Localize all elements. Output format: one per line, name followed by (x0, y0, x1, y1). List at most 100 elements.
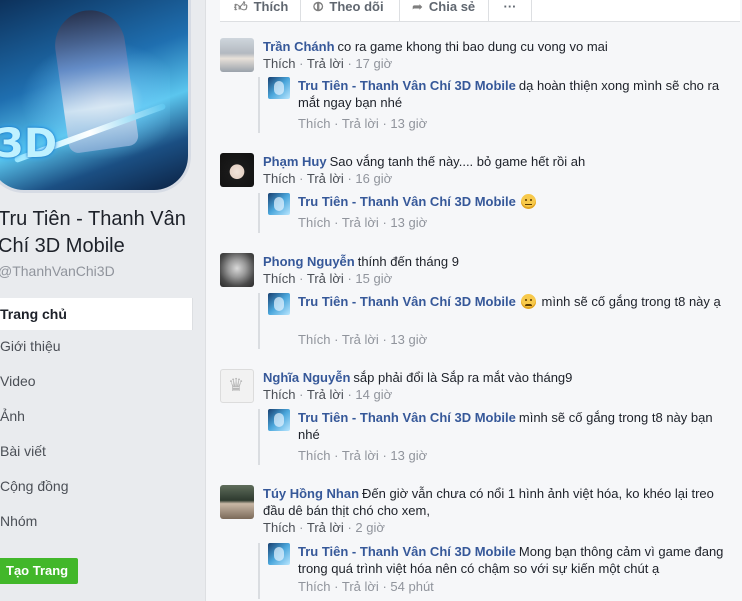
reply-reply-link[interactable]: Trả lời (342, 579, 379, 594)
profile-picture-3d-logo: 3D (0, 121, 58, 167)
reply-body: Tru Tiên - Thanh Vân Chí 3D Mobile mình s… (298, 409, 728, 443)
share-page-label: Chia sẻ (428, 0, 476, 14)
separator: · (334, 215, 339, 230)
reply-reply-link[interactable]: Trả lời (342, 116, 379, 131)
nav-item-posts[interactable]: Bài viết (0, 435, 193, 470)
reply-avatar[interactable] (268, 409, 290, 431)
share-icon: ➦ (412, 0, 423, 14)
reply-reply-link[interactable]: Trả lời (342, 332, 379, 347)
thumbs-up-icon: 👍︎ (234, 0, 248, 14)
avatar[interactable] (220, 485, 254, 519)
reply-item: Tru Tiên - Thanh Vân Chí 3D Mobile Thích… (258, 193, 730, 233)
page-nav: Trang chủ Giới thiệu Video Ảnh Bài viết … (0, 298, 193, 540)
reply-author[interactable]: Tru Tiên - Thanh Vân Chí 3D Mobile (298, 194, 516, 209)
separator: · (299, 387, 304, 402)
reply-like-link[interactable]: Thích (298, 332, 331, 347)
reply-author[interactable]: Tru Tiên - Thanh Vân Chí 3D Mobile (298, 78, 516, 93)
reply-like-link[interactable]: Thích (298, 215, 331, 230)
comment-meta: Thích · Trả lời · 15 giờ (263, 271, 392, 286)
comment-like-link[interactable]: Thích (263, 520, 296, 535)
page-profile-picture[interactable]: 3D (0, 0, 188, 190)
page-handle[interactable]: @ThanhVanChi3D (0, 263, 115, 279)
comment-reply-link[interactable]: Trả lời (307, 520, 344, 535)
nav-item-groups[interactable]: Nhóm (0, 505, 193, 540)
like-page-button[interactable]: 👍︎ Thích (220, 0, 301, 21)
comment-body: Túy Hồng Nhan Đến giờ vẫn chưa có nổi 1 h… (263, 485, 723, 519)
separator: · (382, 579, 387, 594)
comment-author[interactable]: Phạm Huy (263, 154, 327, 169)
nav-item-about[interactable]: Giới thiệu (0, 330, 193, 365)
reply-meta: Thích · Trả lời · 13 giờ (298, 215, 427, 230)
separator: · (299, 56, 304, 71)
comment-time[interactable]: 2 giờ (355, 520, 385, 535)
separator: · (334, 332, 339, 347)
comment-author[interactable]: Trần Chánh (263, 39, 335, 54)
reply-like-link[interactable]: Thích (298, 579, 331, 594)
separator: · (347, 171, 352, 186)
follow-page-button[interactable]: ⦷ Theo dõi (301, 0, 400, 21)
avatar[interactable] (220, 153, 254, 187)
nav-item-community[interactable]: Cộng đồng (0, 470, 193, 505)
comment-author[interactable]: Phong Nguyễn (263, 254, 355, 269)
comment-text: co ra game khong thi bao dung cu vong vo… (337, 39, 608, 54)
avatar[interactable] (220, 38, 254, 72)
reply-item: Tru Tiên - Thanh Vân Chí 3D Mobile Mong b… (258, 543, 730, 599)
reply-reply-link[interactable]: Trả lời (342, 215, 379, 230)
reply-author[interactable]: Tru Tiên - Thanh Vân Chí 3D Mobile (298, 544, 516, 559)
reply-avatar[interactable] (268, 293, 290, 315)
comment-text: Sao vắng tanh thế này.... bỏ game hết rồ… (329, 154, 586, 169)
separator: · (347, 56, 352, 71)
comment-reply-link[interactable]: Trả lời (307, 56, 344, 71)
separator: · (382, 215, 387, 230)
more-options-button[interactable]: ··· (489, 0, 532, 21)
comment-author[interactable]: Nghĩa Nguyễn (263, 370, 350, 385)
comment-reply-link[interactable]: Trả lời (307, 271, 344, 286)
reply-avatar[interactable] (268, 193, 290, 215)
comment-text: sắp phải đổi là Sắp ra mắt vào tháng9 (353, 370, 573, 385)
comment-time[interactable]: 15 giờ (355, 271, 392, 286)
share-page-button[interactable]: ➦ Chia sẻ (400, 0, 489, 21)
reply-meta: Thích · Trả lời · 13 giờ (298, 448, 427, 463)
nav-item-home[interactable]: Trang chủ (0, 298, 193, 330)
comment-author[interactable]: Túy Hồng Nhan (263, 486, 359, 501)
reply-meta: Thích · Trả lời · 13 giờ (298, 332, 427, 347)
reply-author[interactable]: Tru Tiên - Thanh Vân Chí 3D Mobile (298, 410, 516, 425)
reply-time[interactable]: 13 giờ (390, 116, 427, 131)
reply-time[interactable]: 13 giờ (390, 448, 427, 463)
comment-time[interactable]: 14 giờ (355, 387, 392, 402)
comment-meta: Thích · Trả lời · 17 giờ (263, 56, 392, 71)
reply-time[interactable]: 54 phút (390, 579, 433, 594)
comment-like-link[interactable]: Thích (263, 387, 296, 402)
create-page-button[interactable]: Tạo Trang (0, 558, 79, 584)
reply-item: Tru Tiên - Thanh Vân Chí 3D Mobile dạ hoà… (258, 77, 730, 133)
reply-reply-link[interactable]: Trả lời (342, 448, 379, 463)
nav-item-videos[interactable]: Video (0, 365, 193, 400)
reply-text: mình sẽ cố gắng trong t8 này ạ (541, 294, 721, 309)
comment-reply-link[interactable]: Trả lời (307, 171, 344, 186)
comment-like-link[interactable]: Thích (263, 171, 296, 186)
post-comments-panel: 👍︎ Thích ⦷ Theo dõi ➦ Chia sẻ ··· Trần Chán… (205, 0, 742, 601)
comment-like-link[interactable]: Thích (263, 56, 296, 71)
separator: · (347, 271, 352, 286)
comment-reply-link[interactable]: Trả lời (307, 387, 344, 402)
separator: · (382, 448, 387, 463)
reply-time[interactable]: 13 giờ (390, 332, 427, 347)
comment-body: Trần Chánh co ra game khong thi bao dung … (263, 38, 723, 55)
reply-avatar[interactable] (268, 77, 290, 99)
comment-time[interactable]: 16 giờ (355, 171, 392, 186)
separator: · (334, 579, 339, 594)
page-action-bar: 👍︎ Thích ⦷ Theo dõi ➦ Chia sẻ ··· (220, 0, 740, 22)
reply-avatar[interactable] (268, 543, 290, 565)
comment-like-link[interactable]: Thích (263, 271, 296, 286)
reply-like-link[interactable]: Thích (298, 448, 331, 463)
avatar[interactable]: ♛ (220, 369, 254, 403)
separator: · (382, 116, 387, 131)
page-title[interactable]: Tru Tiên - Thanh Vân Chí 3D Mobile (0, 206, 203, 260)
reply-author[interactable]: Tru Tiên - Thanh Vân Chí 3D Mobile (298, 294, 516, 309)
avatar[interactable] (220, 253, 254, 287)
separator: · (334, 448, 339, 463)
nav-item-photos[interactable]: Ảnh (0, 400, 193, 435)
reply-like-link[interactable]: Thích (298, 116, 331, 131)
reply-time[interactable]: 13 giờ (390, 215, 427, 230)
comment-time[interactable]: 17 giờ (355, 56, 392, 71)
